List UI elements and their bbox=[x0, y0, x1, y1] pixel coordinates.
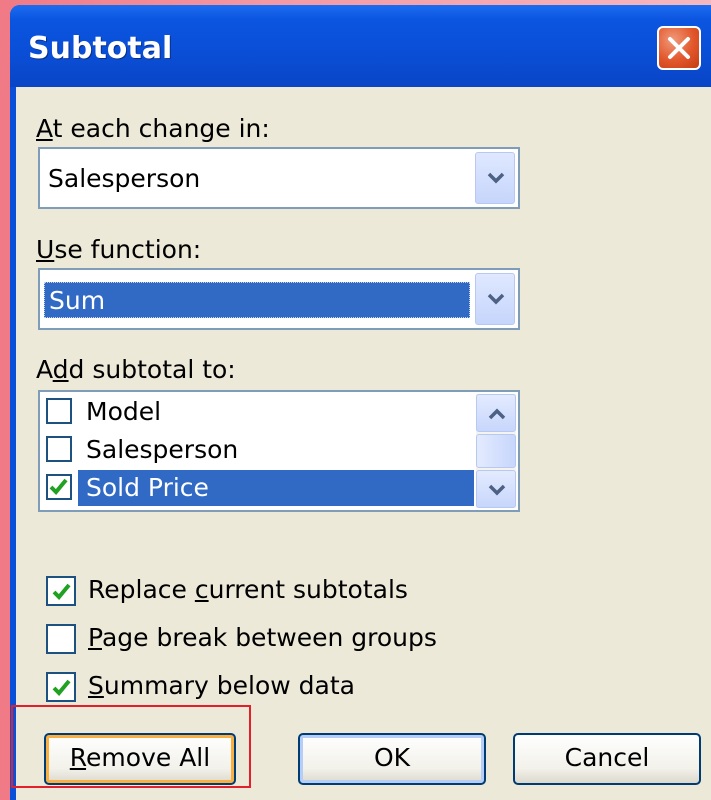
dropdown-button[interactable] bbox=[475, 152, 515, 204]
list-item-label: Sold Price bbox=[86, 473, 209, 502]
list-item[interactable]: Model bbox=[40, 394, 474, 430]
chevron-down-icon bbox=[487, 293, 505, 305]
cancel-button[interactable]: Cancel bbox=[513, 733, 701, 785]
chevron-up-icon bbox=[488, 408, 506, 420]
list-item-label: Model bbox=[86, 397, 162, 426]
add-subtotal-to-list[interactable]: Model Salesperson Sold Price bbox=[38, 390, 520, 512]
ok-button[interactable]: OK bbox=[298, 733, 486, 785]
add-subtotal-to-label: Add subtotal to: bbox=[36, 355, 236, 384]
page-break-between-groups-label[interactable]: Page break between groups bbox=[88, 623, 437, 652]
list-item-checkbox[interactable] bbox=[46, 398, 72, 424]
close-icon bbox=[668, 37, 690, 59]
list-item[interactable]: Sold Price bbox=[40, 470, 474, 506]
list-item-checkbox[interactable] bbox=[46, 436, 72, 462]
summary-below-data-checkbox[interactable] bbox=[46, 672, 76, 702]
summary-below-data-label[interactable]: Summary below data bbox=[88, 671, 355, 700]
title-bar[interactable]: Subtotal bbox=[10, 5, 711, 87]
at-each-change-in-value: Salesperson bbox=[48, 164, 201, 193]
use-function-dropdown[interactable]: Sum bbox=[38, 268, 520, 330]
at-each-change-in-label: At each change in: bbox=[36, 114, 270, 143]
page-break-between-groups-checkbox[interactable] bbox=[46, 624, 76, 654]
annotation-highlight-box bbox=[11, 705, 251, 788]
close-button[interactable] bbox=[657, 26, 701, 70]
use-function-label: Use function: bbox=[36, 235, 202, 264]
dialog-title: Subtotal bbox=[28, 31, 173, 66]
replace-current-subtotals-label[interactable]: Replace current subtotals bbox=[88, 575, 408, 604]
scroll-thumb[interactable] bbox=[476, 434, 516, 468]
replace-current-subtotals-checkbox[interactable] bbox=[46, 576, 76, 606]
vertical-scrollbar[interactable] bbox=[476, 394, 516, 508]
check-icon bbox=[49, 478, 68, 495]
chevron-down-icon bbox=[487, 172, 505, 184]
dialog-body: At each change in: Salesperson Use funct… bbox=[16, 87, 711, 800]
use-function-value: Sum bbox=[44, 282, 470, 318]
scroll-down-button[interactable] bbox=[476, 470, 516, 508]
subtotal-dialog: Subtotal At each change in: Salesperson … bbox=[10, 5, 711, 800]
check-icon bbox=[52, 583, 71, 600]
list-item-label: Salesperson bbox=[86, 435, 239, 464]
scroll-up-button[interactable] bbox=[476, 394, 516, 432]
check-icon bbox=[52, 679, 71, 696]
list-item[interactable]: Salesperson bbox=[40, 432, 474, 468]
dropdown-button[interactable] bbox=[475, 273, 515, 325]
at-each-change-in-dropdown[interactable]: Salesperson bbox=[38, 147, 520, 209]
list-item-checkbox[interactable] bbox=[46, 474, 72, 500]
chevron-down-icon bbox=[488, 484, 506, 496]
